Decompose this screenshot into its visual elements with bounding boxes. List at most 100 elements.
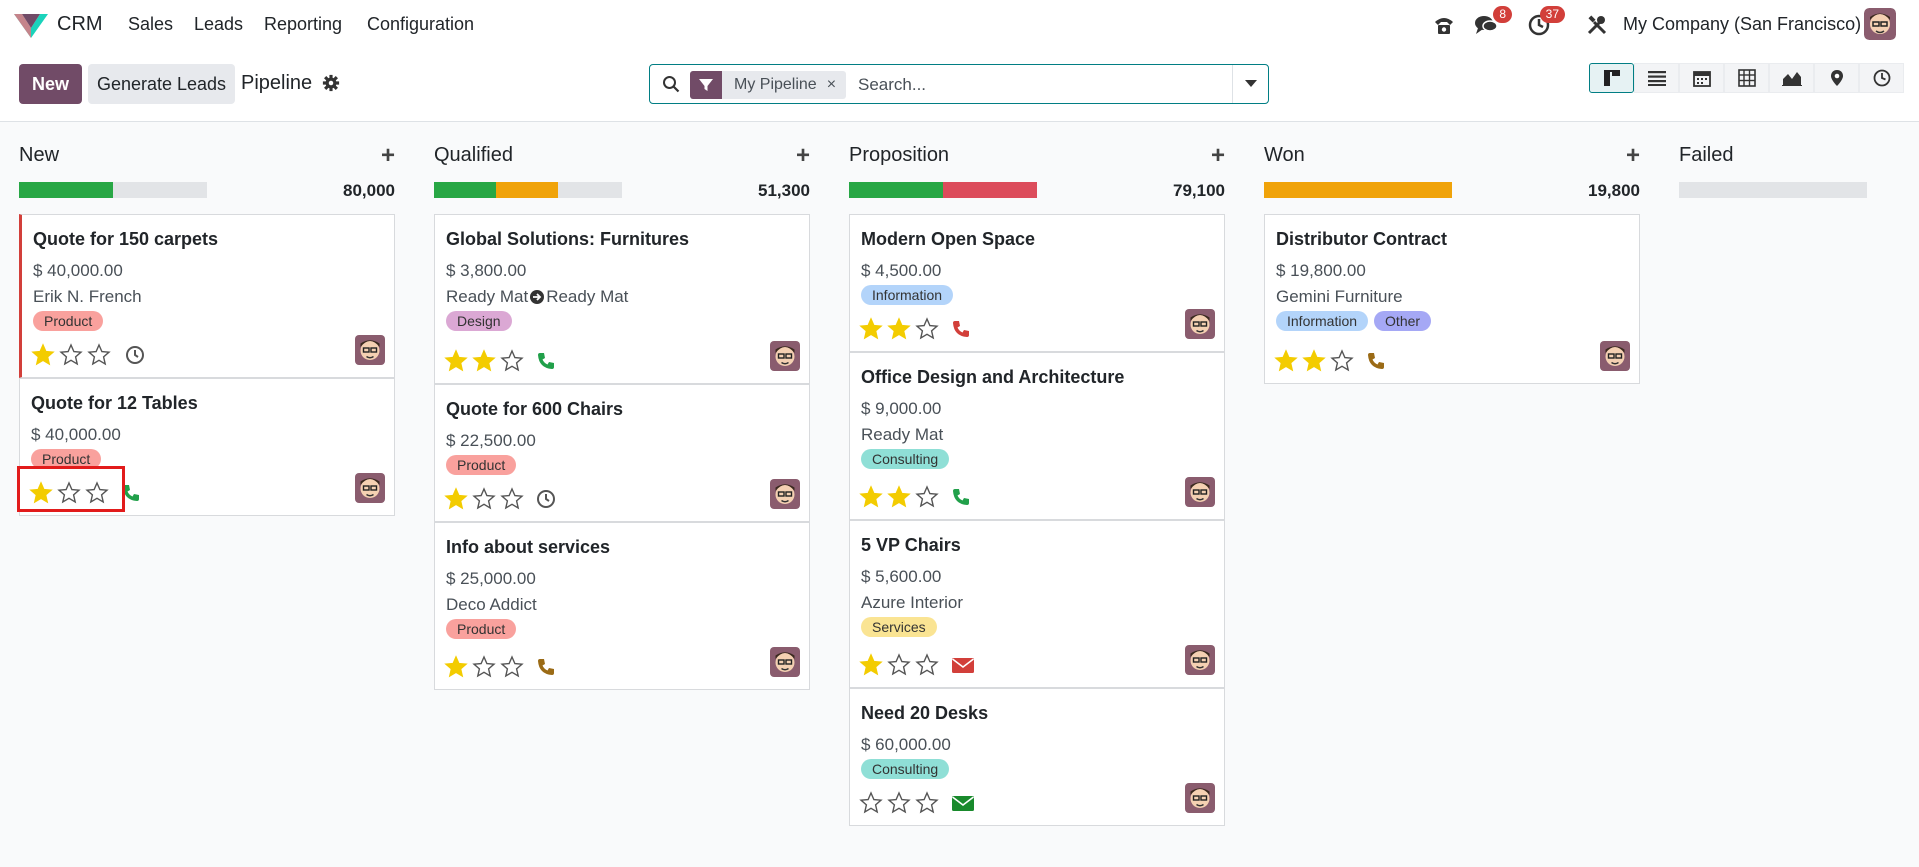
pivot-view-button[interactable] xyxy=(1724,63,1769,93)
kanban-view-button[interactable] xyxy=(1589,63,1634,93)
column-title[interactable]: Failed xyxy=(1679,144,1733,167)
star-filled-icon[interactable] xyxy=(1274,349,1298,373)
kanban-card[interactable]: Need 20 Desks $ 60,000.00 Consulting xyxy=(849,688,1225,826)
user-avatar[interactable] xyxy=(1864,8,1896,40)
kanban-card[interactable]: Info about services $ 25,000.00 Deco Addic… xyxy=(434,522,810,690)
kanban-card[interactable]: 5 VP Chairs $ 5,600.00 Azure Interior Servi… xyxy=(849,520,1225,688)
kanban-card[interactable]: Quote for 150 carpets $ 40,000.00 Erik N. … xyxy=(19,214,395,378)
phone-green-icon[interactable] xyxy=(536,351,556,371)
star-filled-icon[interactable] xyxy=(859,317,883,341)
star-empty-icon[interactable] xyxy=(915,317,939,341)
calendar-view-button[interactable] xyxy=(1679,63,1724,93)
kanban-card[interactable]: Quote for 600 Chairs $ 22,500.00 Product xyxy=(434,384,810,522)
column-title[interactable]: Qualified xyxy=(434,144,513,167)
salesperson-avatar[interactable] xyxy=(355,473,385,503)
star-empty-icon[interactable] xyxy=(500,655,524,679)
envelope-green-icon[interactable] xyxy=(951,793,974,813)
phone-green-icon[interactable] xyxy=(951,487,971,507)
star-filled-icon[interactable] xyxy=(444,487,468,511)
menu-reporting[interactable]: Reporting xyxy=(264,14,342,35)
search-dropdown-toggle[interactable] xyxy=(1232,65,1268,103)
star-empty-icon[interactable] xyxy=(87,343,111,367)
star-empty-icon[interactable] xyxy=(859,791,883,815)
envelope-red-icon[interactable] xyxy=(951,655,974,675)
star-filled-icon[interactable] xyxy=(31,343,55,367)
priority-stars[interactable] xyxy=(31,343,111,367)
column-progress-bar[interactable] xyxy=(1264,182,1452,198)
progress-segment[interactable] xyxy=(943,182,1037,198)
priority-stars[interactable] xyxy=(444,349,524,373)
star-empty-icon[interactable] xyxy=(887,791,911,815)
star-filled-icon[interactable] xyxy=(859,653,883,677)
priority-stars[interactable] xyxy=(859,791,939,815)
star-filled-icon[interactable] xyxy=(444,349,468,373)
progress-segment[interactable] xyxy=(434,182,497,198)
salesperson-avatar[interactable] xyxy=(1185,645,1215,675)
column-title[interactable]: Won xyxy=(1264,144,1305,167)
debug-tools-icon[interactable] xyxy=(1583,12,1611,38)
quick-create-plus-icon[interactable]: + xyxy=(796,142,810,170)
column-progress-bar[interactable] xyxy=(19,182,207,198)
phone-orange-icon[interactable] xyxy=(536,657,556,677)
column-progress-bar[interactable] xyxy=(1679,182,1867,198)
gear-icon[interactable] xyxy=(322,74,340,92)
star-empty-icon[interactable] xyxy=(500,349,524,373)
priority-stars[interactable] xyxy=(859,653,939,677)
quick-create-plus-icon[interactable]: + xyxy=(381,142,395,170)
new-button[interactable]: New xyxy=(19,64,82,104)
salesperson-avatar[interactable] xyxy=(1185,783,1215,813)
clock-icon[interactable] xyxy=(125,345,145,365)
star-filled-icon[interactable] xyxy=(887,317,911,341)
menu-configuration[interactable]: Configuration xyxy=(367,14,474,35)
star-empty-icon[interactable] xyxy=(472,487,496,511)
column-title[interactable]: New xyxy=(19,144,59,167)
star-filled-icon[interactable] xyxy=(472,349,496,373)
phone-red-icon[interactable] xyxy=(951,319,971,339)
star-filled-icon[interactable] xyxy=(444,655,468,679)
kanban-card[interactable]: Global Solutions: Furnitures $ 3,800.00 Re… xyxy=(434,214,810,384)
salesperson-avatar[interactable] xyxy=(1185,477,1215,507)
graph-view-button[interactable] xyxy=(1769,63,1814,93)
kanban-card[interactable]: Modern Open Space $ 4,500.00 Information xyxy=(849,214,1225,352)
crm-logo-icon[interactable] xyxy=(14,10,48,40)
quick-create-plus-icon[interactable]: + xyxy=(1211,142,1225,170)
star-empty-icon[interactable] xyxy=(915,485,939,509)
column-progress-bar[interactable] xyxy=(434,182,622,198)
kanban-card[interactable]: Distributor Contract $ 19,800.00 Gemini Fu… xyxy=(1264,214,1640,384)
column-title[interactable]: Proposition xyxy=(849,144,949,167)
priority-stars[interactable] xyxy=(1274,349,1354,373)
menu-sales[interactable]: Sales xyxy=(128,14,173,35)
star-empty-icon[interactable] xyxy=(887,653,911,677)
quick-create-plus-icon[interactable]: + xyxy=(1626,142,1640,170)
phone-orange-icon[interactable] xyxy=(1366,351,1386,371)
list-view-button[interactable] xyxy=(1634,63,1679,93)
priority-stars[interactable] xyxy=(444,487,524,511)
progress-segment[interactable] xyxy=(496,182,559,198)
priority-stars[interactable] xyxy=(859,485,939,509)
progress-segment[interactable] xyxy=(19,182,113,198)
star-filled-icon[interactable] xyxy=(887,485,911,509)
map-view-button[interactable] xyxy=(1814,63,1859,93)
app-name[interactable]: CRM xyxy=(57,13,103,36)
salesperson-avatar[interactable] xyxy=(770,479,800,509)
salesperson-avatar[interactable] xyxy=(1600,341,1630,371)
messages-icon[interactable]: 8 xyxy=(1472,6,1512,38)
generate-leads-button[interactable]: Generate Leads xyxy=(88,64,235,104)
search-input[interactable] xyxy=(858,71,1218,99)
salesperson-avatar[interactable] xyxy=(770,341,800,371)
priority-stars[interactable] xyxy=(444,655,524,679)
kanban-card[interactable]: Office Design and Architecture $ 9,000.00… xyxy=(849,352,1225,520)
star-empty-icon[interactable] xyxy=(915,653,939,677)
priority-stars[interactable] xyxy=(859,317,939,341)
voip-phone-icon[interactable] xyxy=(1430,12,1458,38)
progress-segment[interactable] xyxy=(849,182,943,198)
star-empty-icon[interactable] xyxy=(1330,349,1354,373)
column-progress-bar[interactable] xyxy=(849,182,1037,198)
activity-view-button[interactable] xyxy=(1859,63,1904,93)
facet-remove-icon[interactable]: × xyxy=(827,76,846,94)
star-empty-icon[interactable] xyxy=(59,343,83,367)
salesperson-avatar[interactable] xyxy=(770,647,800,677)
star-empty-icon[interactable] xyxy=(915,791,939,815)
menu-leads[interactable]: Leads xyxy=(194,14,243,35)
salesperson-avatar[interactable] xyxy=(355,335,385,365)
